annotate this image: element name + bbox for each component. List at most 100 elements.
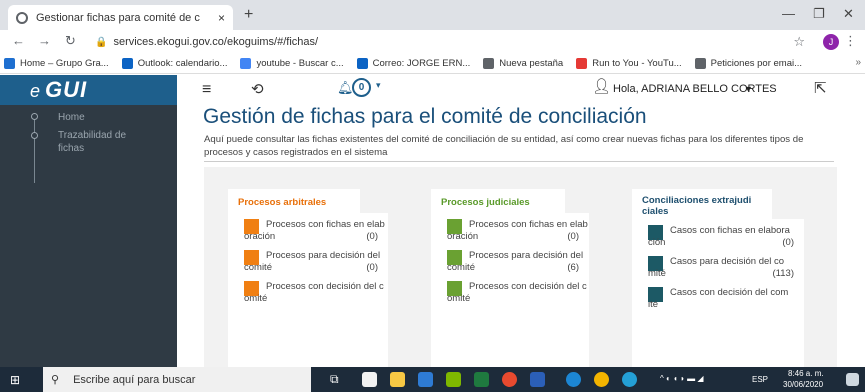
column-title: Procesos arbitrales <box>228 189 360 213</box>
card-label-line2: oración <box>447 231 479 242</box>
new-tab-button[interactable]: + <box>244 6 253 24</box>
ficha-card[interactable]: Procesos para decisión del comité (0) <box>228 248 388 279</box>
browser-menu-icon[interactable]: ⋮ <box>844 33 857 49</box>
card-count: (0) <box>366 262 378 273</box>
bookmark-item[interactable]: Outlook: calendario... <box>121 58 227 69</box>
ficha-card[interactable]: Procesos para decisión del comité (6) <box>431 248 589 279</box>
chrome-profile-icon[interactable] <box>594 372 609 387</box>
taskbar-search-placeholder: Escribe aquí para buscar <box>73 373 196 386</box>
bookmark-label: youtube - Buscar c... <box>256 58 344 69</box>
bookmark-star-icon[interactable]: ☆ <box>793 34 805 50</box>
history-icon[interactable]: ⟲ <box>251 80 264 98</box>
windows-taskbar: ⊞ ⚲ Escribe aquí para buscar ⧉ ^ ◐ ◖ ◗ ▬… <box>0 367 865 392</box>
restore-icon[interactable]: ❐ <box>813 6 825 22</box>
clock-time[interactable]: 8:46 a. m. <box>788 369 824 379</box>
close-tab-icon[interactable]: × <box>218 11 225 25</box>
browser-tab[interactable]: Gestionar fichas para comité de c × <box>8 5 233 30</box>
bookmark-label: Correo: JORGE ERN... <box>372 58 471 69</box>
notification-caret-icon: ▾ <box>376 80 381 90</box>
bookmark-item[interactable]: Correo: JORGE ERN... <box>356 58 471 69</box>
ficha-card[interactable]: Procesos con decisión del c omité <box>431 279 589 310</box>
card-label-line1: Procesos con fichas en elab <box>266 219 385 230</box>
column-0: Procesos arbitrales Procesos con fichas e… <box>228 189 388 369</box>
bookmark-favicon-icon <box>356 58 368 69</box>
file-explorer-icon[interactable] <box>390 372 405 387</box>
browser-toolbar: ← → ↻ 🔒 services.ekogui.gov.co/ekoguims/… <box>0 30 865 54</box>
reload-icon[interactable]: ↻ <box>65 33 76 49</box>
card-label-line1: Procesos con fichas en elab <box>469 219 588 230</box>
ficha-card[interactable]: Casos para decisión del co mité (113) <box>632 254 804 285</box>
sidebar-item-home[interactable]: Home <box>58 111 85 124</box>
bookmark-item[interactable]: Home – Grupo Gra... <box>4 58 109 69</box>
forward-icon[interactable]: → <box>38 33 51 48</box>
bookmark-item[interactable]: Peticiones por emai... <box>694 58 803 69</box>
chrome-icon[interactable] <box>502 372 517 387</box>
bookmark-item[interactable]: Run to You - YouTu... <box>576 58 682 69</box>
card-label-line2: ité <box>648 299 659 310</box>
windows-start-icon[interactable]: ⊞ <box>10 373 20 387</box>
card-count: (0) <box>567 231 579 242</box>
app2-icon[interactable] <box>622 372 637 387</box>
user-caret-icon[interactable]: ▼ <box>744 84 753 94</box>
card-label-line1: Procesos para decisión del <box>266 250 381 261</box>
address-bar[interactable]: 🔒 services.ekogui.gov.co/ekoguims/#/fich… <box>95 31 835 53</box>
divider <box>204 161 834 162</box>
language-indicator[interactable]: ESP <box>752 375 768 385</box>
ficha-card[interactable]: Casos con decisión del com ité <box>632 285 804 316</box>
column-title-line: Conciliaciones extrajudi <box>642 195 752 206</box>
bookmark-item[interactable]: Nueva pestaña <box>483 58 563 69</box>
bookmark-favicon-icon <box>240 58 252 69</box>
ficha-card[interactable]: Procesos con decisión del c omité <box>228 279 388 310</box>
card-label-line2: comité <box>244 262 272 273</box>
sidebar-timeline <box>34 113 35 183</box>
excel-icon[interactable] <box>474 372 489 387</box>
bookmark-favicon-icon <box>121 58 133 69</box>
bookmark-item[interactable]: youtube - Buscar c... <box>240 58 344 69</box>
app-icon[interactable] <box>446 372 461 387</box>
bookmark-label: Peticiones por emai... <box>710 58 803 69</box>
address-url: services.ekogui.gov.co/ekoguims/#/fichas… <box>113 36 319 48</box>
task-view-icon[interactable]: ⧉ <box>330 372 345 387</box>
column-2: Conciliaciones extrajudi ciales Casos con … <box>632 189 804 369</box>
taskbar-search[interactable]: ⚲ Escribe aquí para buscar <box>43 367 311 392</box>
card-label-line2: omité <box>244 293 268 304</box>
tray-icons[interactable]: ^ ◐ ◖ ◗ ▬ ◢ <box>660 374 704 384</box>
bookmark-favicon-icon <box>4 58 15 69</box>
browser-tab-strip: Gestionar fichas para comité de c × + — … <box>0 0 865 30</box>
word-icon[interactable] <box>530 372 545 387</box>
ekogui-logo[interactable]: e GUI <box>0 75 177 105</box>
page-description: Aquí puede consultar las fichas existent… <box>204 134 804 158</box>
sidebar-item-trazabilidad[interactable]: Trazabilidad de fichas <box>58 129 148 155</box>
logout-icon[interactable]: ⇱ <box>814 79 827 97</box>
outlook-icon[interactable] <box>418 372 433 387</box>
card-count: (113) <box>772 268 794 279</box>
card-label-line2: omité <box>447 293 471 304</box>
back-icon[interactable]: ← <box>12 33 25 48</box>
page-title: Gestión de fichas para el comité de conc… <box>203 105 647 128</box>
notification-badge[interactable]: 0 <box>352 78 371 97</box>
notifications-icon[interactable] <box>846 373 859 386</box>
ficha-card[interactable]: Casos con fichas en elabora ción (0) <box>632 223 804 254</box>
bookmarks-more-icon[interactable]: » <box>855 57 861 68</box>
bookmarks-bar: Home – Grupo Gra... Outlook: calendario..… <box>0 54 865 74</box>
close-window-icon[interactable]: ✕ <box>843 6 854 22</box>
lock-icon: 🔒 <box>95 36 108 48</box>
search-icon: ⚲ <box>51 374 60 386</box>
bookmark-favicon-icon <box>694 58 706 69</box>
user-icon: 👤︎ <box>592 78 612 95</box>
store-icon[interactable] <box>362 372 377 387</box>
ficha-card[interactable]: Procesos con fichas en elab oración (0) <box>431 217 589 248</box>
ficha-card[interactable]: Procesos con fichas en elab oración (0) <box>228 217 388 248</box>
browser-tab-title: Gestionar fichas para comité de c <box>36 11 200 24</box>
minimize-icon[interactable]: — <box>782 6 795 21</box>
card-label-line2: mité <box>648 268 666 279</box>
clock-date[interactable]: 30/06/2020 <box>783 380 823 390</box>
card-label-line1: Procesos con decisión del c <box>266 281 384 292</box>
profile-avatar[interactable]: J <box>823 34 839 50</box>
sidebar-dot-icon <box>31 113 38 120</box>
card-count: (6) <box>567 262 579 273</box>
sidebar-dot-icon <box>31 132 38 139</box>
edge-icon[interactable] <box>566 372 581 387</box>
menu-icon[interactable]: ≡ <box>202 81 211 99</box>
column-body: Casos con fichas en elabora ción (0) Casos … <box>632 219 804 369</box>
